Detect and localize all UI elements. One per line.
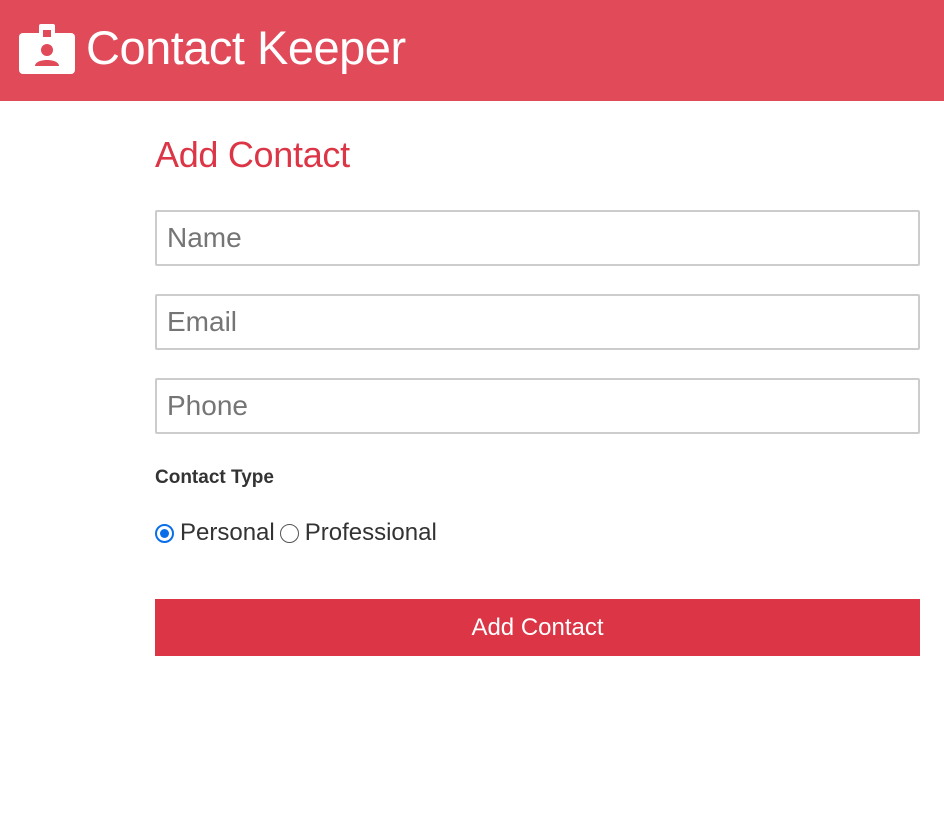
app-title: Contact Keeper xyxy=(86,21,406,74)
personal-radio-label[interactable]: Personal xyxy=(180,519,275,547)
form-title: Add Contact xyxy=(155,134,350,175)
name-input[interactable] xyxy=(155,210,920,266)
add-contact-button[interactable]: Add Contact xyxy=(155,599,920,656)
id-badge-icon xyxy=(19,23,75,74)
professional-radio[interactable] xyxy=(279,523,299,543)
phone-input[interactable] xyxy=(155,378,920,434)
professional-radio-label[interactable]: Professional xyxy=(305,519,437,547)
contact-type-heading: Contact Type xyxy=(155,467,274,488)
personal-radio[interactable] xyxy=(155,523,174,543)
contact-type-options: Personal Professional xyxy=(155,519,442,547)
navbar: Contact Keeper xyxy=(0,0,944,101)
email-input[interactable] xyxy=(155,294,920,350)
